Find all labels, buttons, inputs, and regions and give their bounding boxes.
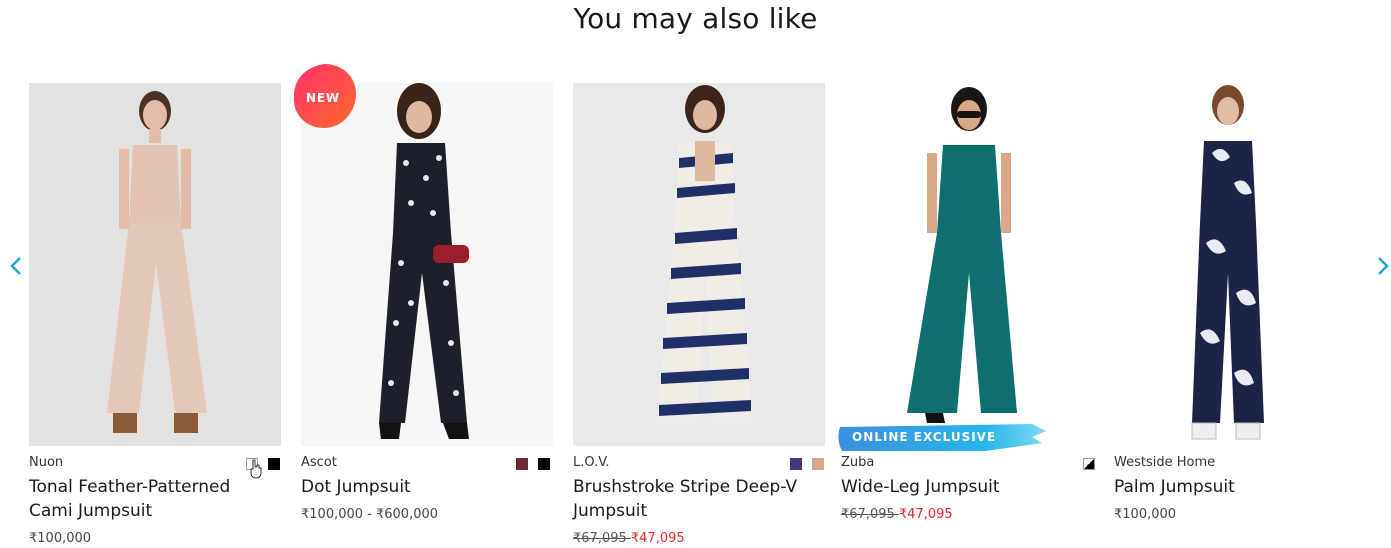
product-name[interactable]: Brushstroke Stripe Deep-V Jumpsuit — [573, 475, 818, 523]
swatch-black[interactable] — [268, 458, 280, 470]
color-swatches — [516, 458, 550, 470]
product-image[interactable] — [301, 83, 553, 446]
product-name-line2: Cami Jumpsuit — [29, 501, 153, 521]
product-brand: Ascot — [301, 455, 337, 470]
online-exclusive-label: ONLINE EXCLUSIVE — [852, 430, 997, 444]
product-card[interactable]: Nuon Tonal Feather-Patterned Cami Jumpsu… — [29, 83, 281, 548]
color-swatches — [1083, 458, 1095, 470]
new-badge: NEW — [290, 62, 358, 130]
product-card[interactable]: L.O.V. Brushstroke Stripe Deep-V Jumpsui… — [573, 83, 825, 548]
price-sale: ₹47,095 — [630, 531, 685, 546]
product-brand: Nuon — [29, 455, 64, 470]
product-name-line2: Jumpsuit — [573, 501, 648, 521]
swatch-maroon[interactable] — [516, 458, 528, 470]
chevron-left-icon — [10, 257, 21, 275]
product-name[interactable]: Palm Jumpsuit — [1114, 475, 1359, 499]
price-sale: ₹47,095 — [898, 507, 953, 522]
hand-cursor-icon — [250, 459, 262, 479]
product-name-line1: Brushstroke Stripe Deep-V — [573, 477, 798, 497]
product-card[interactable]: Westside Home Palm Jumpsuit ₹100,000 — [1083, 83, 1366, 548]
product-price: ₹100,000 — [1114, 507, 1177, 522]
product-card[interactable]: Ascot Dot Jumpsuit ₹100,000 - ₹600,000 — [301, 83, 553, 548]
product-image[interactable] — [29, 83, 281, 446]
product-price: ₹67,095 ₹47,095 — [573, 531, 685, 546]
product-name-line1: Dot Jumpsuit — [301, 477, 411, 497]
new-badge-label: NEW — [306, 91, 340, 105]
carousel-next-button[interactable] — [1371, 252, 1391, 280]
price-original: ₹67,095 — [573, 531, 631, 546]
swatch-navy[interactable] — [790, 458, 802, 470]
product-name[interactable]: Dot Jumpsuit — [301, 475, 546, 499]
carousel-prev-button[interactable] — [4, 252, 28, 280]
product-image[interactable] — [841, 83, 1093, 446]
product-brand: Zuba — [841, 455, 875, 470]
product-price: ₹67,095 ₹47,095 — [841, 507, 953, 522]
color-swatches — [790, 458, 824, 470]
swatch-black-white[interactable] — [1083, 458, 1095, 470]
product-brand: L.O.V. — [573, 455, 610, 470]
section-title: You may also like — [573, 2, 818, 35]
product-name-line1: Palm Jumpsuit — [1114, 477, 1235, 497]
swatch-black[interactable] — [538, 458, 550, 470]
product-brand: Westside Home — [1114, 455, 1216, 470]
chevron-right-icon — [1378, 257, 1389, 275]
product-name[interactable]: Wide-Leg Jumpsuit — [841, 475, 1086, 499]
product-name-line1: Tonal Feather-Patterned — [29, 477, 231, 497]
price-original: ₹67,095 — [841, 507, 899, 522]
product-price: ₹100,000 - ₹600,000 — [301, 507, 439, 522]
product-price: ₹100,000 — [29, 531, 92, 546]
online-exclusive-badge: ONLINE EXCLUSIVE — [836, 421, 1048, 453]
product-card[interactable]: Zuba Wide-Leg Jumpsuit ₹67,095 ₹47,095 — [841, 83, 1093, 548]
product-image[interactable] — [573, 83, 825, 446]
product-image[interactable] — [1084, 83, 1336, 446]
product-name-line1: Wide-Leg Jumpsuit — [841, 477, 1000, 497]
swatch-nude[interactable] — [812, 458, 824, 470]
product-name[interactable]: Tonal Feather-Patterned Cami Jumpsuit — [29, 475, 274, 523]
